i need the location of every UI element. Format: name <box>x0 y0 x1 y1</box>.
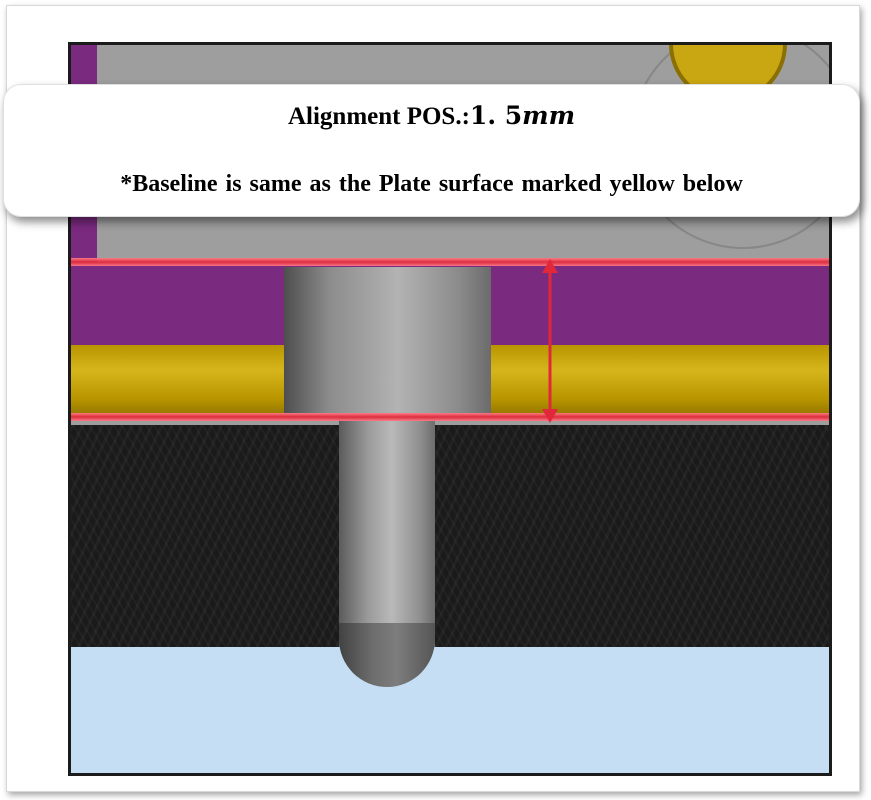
baseline-note: *Baseline is same as the Plate surface m… <box>120 171 743 197</box>
alignment-unit: mm <box>522 101 576 130</box>
alignment-callout: Alignment POS.:1. 5mm *Baseline is same … <box>3 84 860 217</box>
alignment-label: Alignment POS.: <box>287 103 470 130</box>
top-reference-line <box>71 258 829 266</box>
baseline-reference-line <box>71 413 829 421</box>
alignment-value: 1. 5 <box>469 101 523 130</box>
dimension-arrow <box>542 259 558 423</box>
black-layer <box>71 425 829 647</box>
blue-base-layer <box>71 647 829 773</box>
alignment-position-title: Alignment POS.:1. 5mm <box>4 101 859 131</box>
pin-shaft <box>339 417 435 647</box>
pin-head <box>284 267 491 417</box>
